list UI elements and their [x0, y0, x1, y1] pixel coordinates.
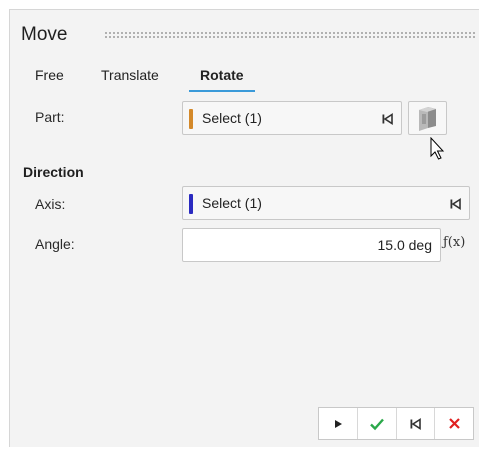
- angle-label: Angle:: [35, 236, 75, 252]
- play-button[interactable]: [319, 408, 358, 439]
- skip-back-icon[interactable]: [449, 198, 461, 210]
- panel-title: Move: [21, 24, 68, 45]
- axis-label: Axis:: [35, 196, 66, 212]
- action-toolbar: [318, 407, 474, 440]
- axis-color-bar: [189, 194, 193, 214]
- part-browser-button[interactable]: [408, 101, 447, 135]
- skip-back-icon[interactable]: [381, 113, 393, 125]
- angle-value: 15.0 deg: [377, 237, 433, 253]
- direction-section-title: Direction: [23, 164, 84, 180]
- part-select-text: Select (1): [202, 110, 262, 126]
- confirm-button[interactable]: [358, 408, 397, 439]
- axis-selector[interactable]: Select (1): [182, 186, 470, 220]
- tab-rotate[interactable]: Rotate: [189, 66, 255, 92]
- tab-free[interactable]: Free: [35, 66, 64, 92]
- check-icon: [369, 418, 384, 430]
- mouse-cursor-icon: [430, 137, 445, 160]
- skip-back-button[interactable]: [397, 408, 436, 439]
- part-label: Part:: [35, 109, 65, 125]
- cancel-button[interactable]: [435, 408, 473, 439]
- part-color-bar: [189, 109, 193, 129]
- close-icon: [448, 418, 460, 429]
- angle-input[interactable]: 15.0 deg: [182, 228, 441, 262]
- skip-back-icon: [410, 417, 422, 430]
- part-browser-icon: [419, 107, 436, 131]
- part-selector[interactable]: Select (1): [182, 101, 402, 135]
- axis-select-text: Select (1): [202, 195, 262, 211]
- move-panel: Move Free Translate Rotate Part: Select …: [9, 9, 479, 447]
- function-editor-icon[interactable]: ƒ(x): [443, 235, 465, 250]
- tab-translate[interactable]: Translate: [101, 66, 159, 92]
- drag-handle[interactable]: [104, 31, 476, 39]
- play-icon: [334, 419, 342, 428]
